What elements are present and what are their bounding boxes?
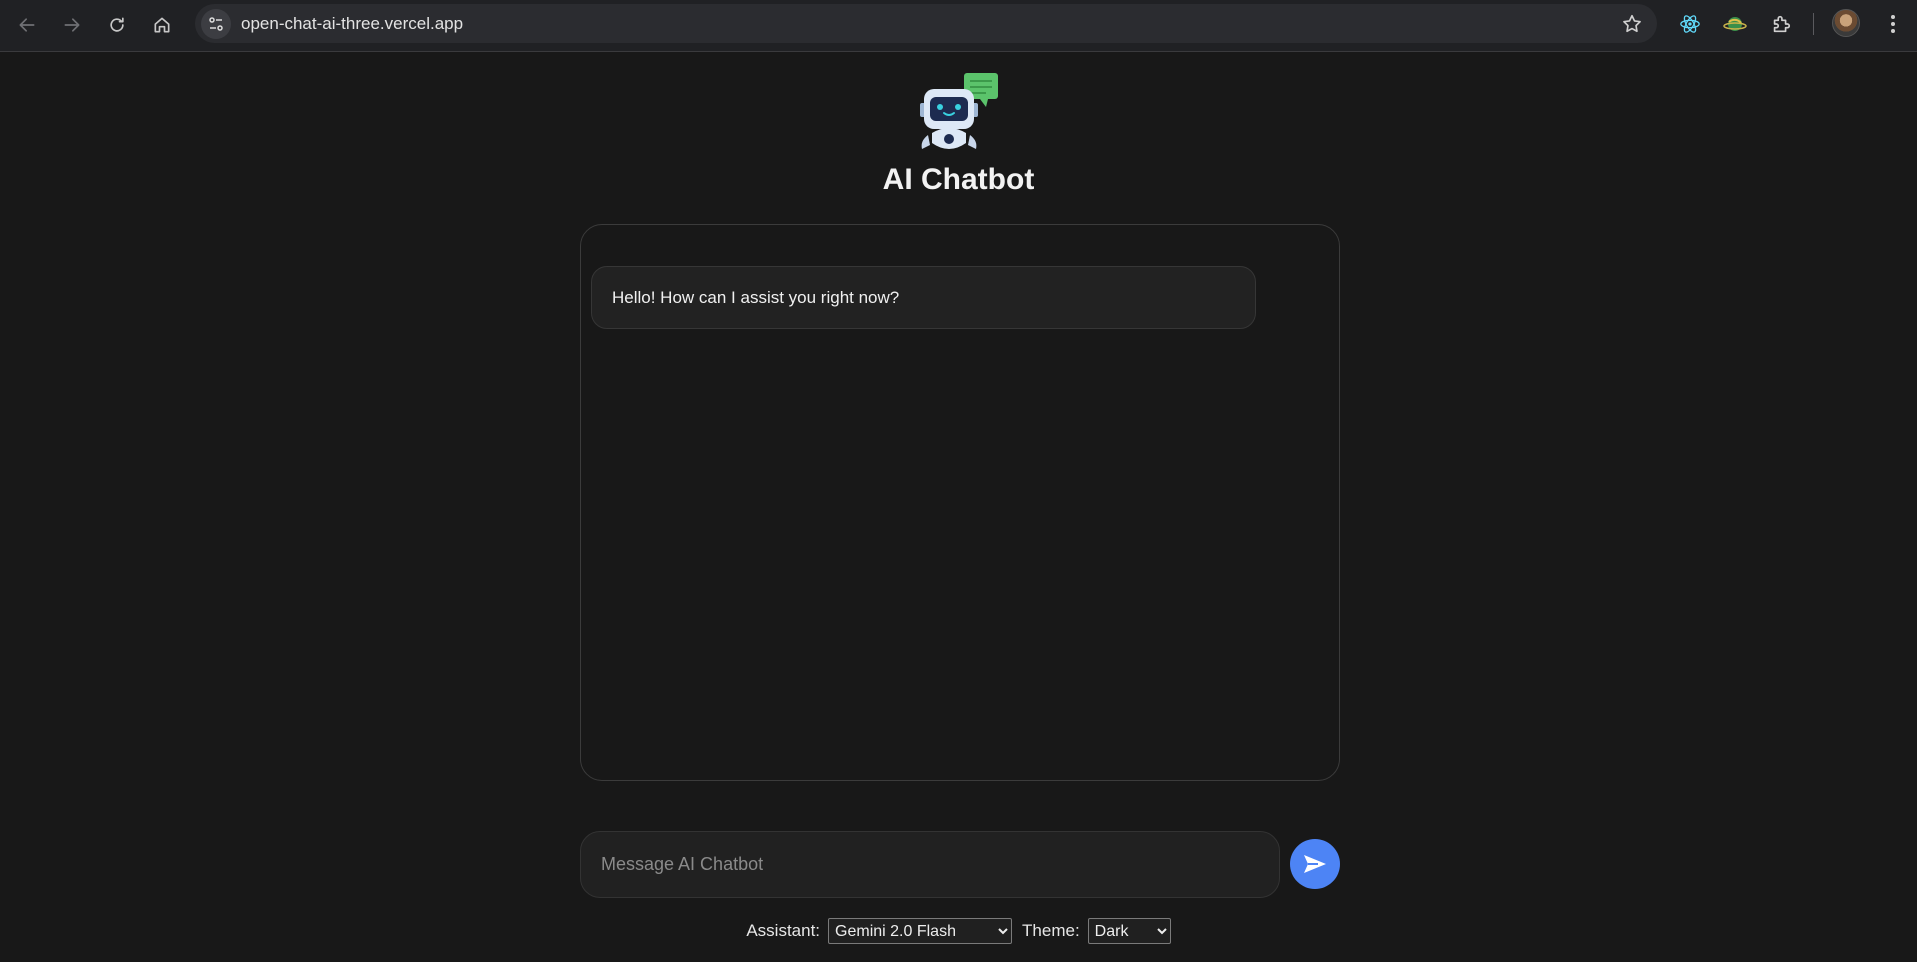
kebab-menu-icon[interactable] (1878, 9, 1908, 39)
message-input[interactable] (581, 832, 1279, 897)
send-button[interactable] (1290, 839, 1340, 889)
settings-bar: Assistant: Gemini 2.0 Flash Theme: Dark (0, 918, 1917, 944)
chat-window: Hello! How can I assist you right now? (580, 224, 1340, 781)
planet-extension-icon[interactable] (1720, 9, 1750, 39)
theme-label: Theme: (1022, 921, 1080, 940)
browser-toolbar: open-chat-ai-three.vercel.app (0, 0, 1917, 52)
assistant-message-bubble: Hello! How can I assist you right now? (591, 266, 1256, 329)
theme-select[interactable]: Dark (1087, 918, 1171, 944)
address-bar[interactable]: open-chat-ai-three.vercel.app (195, 4, 1657, 43)
send-arrow-icon (1304, 855, 1326, 873)
url-text[interactable]: open-chat-ai-three.vercel.app (241, 14, 463, 34)
message-text: Hello! How can I assist you right now? (612, 287, 900, 307)
assistant-select[interactable]: Gemini 2.0 Flash (828, 918, 1013, 944)
forward-arrow-icon[interactable] (55, 8, 89, 42)
bookmark-star-icon[interactable] (1621, 13, 1643, 35)
react-devtools-icon[interactable] (1675, 9, 1705, 39)
assistant-label: Assistant: (746, 921, 821, 940)
profile-avatar[interactable] (1832, 9, 1860, 37)
site-info-icon[interactable] (201, 9, 231, 39)
reload-icon[interactable] (100, 8, 134, 42)
puzzle-extensions-icon[interactable] (1766, 9, 1796, 39)
message-input-wrapper (580, 831, 1280, 898)
back-arrow-icon[interactable] (10, 8, 44, 42)
toolbar-divider (1813, 13, 1814, 35)
home-icon[interactable] (145, 8, 179, 42)
page-title: AI Chatbot (882, 163, 1035, 196)
robot-chat-logo-icon (918, 71, 1000, 153)
